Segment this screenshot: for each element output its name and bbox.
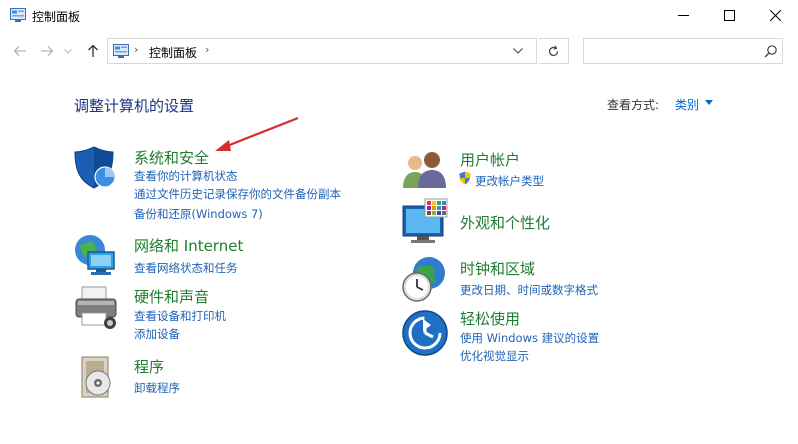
category-system-security-title[interactable]: 系统和安全 [134,147,209,168]
link-network-status[interactable]: 查看网络状态和任务 [134,260,238,276]
control-panel-icon [113,44,129,58]
link-change-date-time-format[interactable]: 更改日期、时间或数字格式 [460,282,598,298]
control-panel-icon [10,8,26,22]
users-icon[interactable] [401,148,449,196]
chevron-down-icon [64,48,72,54]
category-network-internet-title[interactable]: 网络和 Internet [134,235,243,256]
category-appearance-personalization-title[interactable]: 外观和个性化 [460,212,550,233]
search-icon[interactable] [764,44,778,58]
ease-of-access-icon[interactable] [401,309,449,357]
network-globe-icon[interactable] [72,232,120,280]
recent-locations-button[interactable] [62,42,74,60]
caret-down-icon[interactable] [705,100,713,105]
address-dropdown-button[interactable] [510,44,526,58]
programs-icon[interactable] [72,353,120,401]
link-windows-recommended-settings[interactable]: 使用 Windows 建议的设置 [460,330,599,346]
link-devices-printers[interactable]: 查看设备和打印机 [134,308,226,324]
link-file-history-backup[interactable]: 通过文件历史记录保存你的文件备份副本 [134,186,341,202]
minimize-button[interactable] [660,0,706,31]
link-optimize-visual-display[interactable]: 优化视觉显示 [460,348,529,364]
link-view-computer-status[interactable]: 查看你的计算机状态 [134,168,238,184]
close-button[interactable] [752,0,798,31]
maximize-icon [723,10,735,21]
breadcrumb-separator-icon[interactable]: › [134,43,138,56]
chevron-down-icon [513,48,523,54]
page-title: 调整计算机的设置 [74,97,195,115]
category-user-accounts-title[interactable]: 用户帐户 [460,149,520,170]
refresh-button[interactable] [539,38,569,64]
up-button[interactable] [84,42,102,60]
address-bar[interactable]: › 控制面板 › [107,38,537,64]
category-programs-title[interactable]: 程序 [134,356,164,377]
printer-icon[interactable] [72,283,120,331]
breadcrumb-separator-icon[interactable]: › [205,43,209,56]
link-add-device[interactable]: 添加设备 [134,326,180,342]
title-bar: 控制面板 [0,0,798,31]
back-button[interactable] [11,42,29,60]
close-icon [769,10,781,21]
link-uninstall-program[interactable]: 卸载程序 [134,380,180,396]
display-palette-icon[interactable] [401,198,449,246]
annotation-arrow-icon [215,116,299,151]
search-box[interactable] [583,38,783,64]
shield-icon[interactable] [72,143,120,191]
refresh-icon [548,45,559,56]
view-by-dropdown[interactable]: 类别 [675,96,699,113]
link-backup-restore[interactable]: 备份和还原(Windows 7) [134,206,263,222]
category-clock-region-title[interactable]: 时钟和区域 [460,258,535,279]
arrow-up-icon [88,44,98,57]
arrow-left-icon [13,46,26,56]
clock-globe-icon[interactable] [401,255,449,303]
search-input[interactable] [588,42,758,60]
window-title: 控制面板 [32,10,81,24]
category-ease-of-access-title[interactable]: 轻松使用 [460,308,520,329]
link-change-account-type[interactable]: 更改帐户类型 [475,173,544,189]
arrow-right-icon [41,46,54,56]
category-hardware-sound-title[interactable]: 硬件和声音 [134,286,209,307]
view-by-label: 查看方式: [607,98,660,112]
breadcrumb-control-panel[interactable]: 控制面板 [149,44,197,61]
uac-shield-icon [459,171,471,185]
maximize-button[interactable] [706,0,752,31]
forward-button[interactable] [38,42,56,60]
minimize-icon [677,15,689,16]
